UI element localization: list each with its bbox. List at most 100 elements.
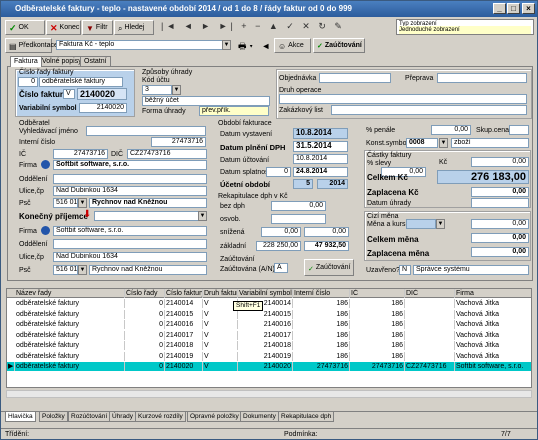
firma2-field[interactable]: Softbit software, s.r.o.: [53, 226, 207, 236]
cislo-faktury-field[interactable]: 2140020: [77, 88, 127, 100]
firma-field[interactable]: Softbit software, s.r.o.: [53, 160, 207, 170]
table-row[interactable]: odběratelské faktury 0 2140014 V 2140014 186 1…: [7, 299, 531, 308]
mena-dropdown[interactable]: ▼: [436, 219, 445, 229]
penale-field[interactable]: 0,00: [431, 125, 471, 135]
grid-header-cell[interactable]: Firma: [455, 289, 531, 298]
kod-uctu-dropdown[interactable]: ▼: [172, 85, 181, 95]
preprava-field[interactable]: [437, 73, 527, 83]
druh-operace-field[interactable]: [279, 94, 527, 104]
konecny-prijemce-field[interactable]: [94, 211, 207, 221]
plneni-field[interactable]: 31.5.2014: [293, 141, 348, 152]
kod-uctu-field[interactable]: 3: [142, 85, 172, 95]
rada-number-field[interactable]: 0: [18, 77, 38, 87]
zakazkovy-list-field[interactable]: [331, 105, 527, 115]
grid-header-cell[interactable]: DIČ: [405, 289, 455, 298]
ulice2-field[interactable]: Nad Dubinkou 1634: [53, 252, 207, 262]
mesto-field[interactable]: Rychnov nad Kněžnou: [89, 198, 207, 208]
tab-hlavicka[interactable]: Hlavička: [5, 412, 36, 422]
psc2-dropdown[interactable]: ▼: [78, 265, 87, 275]
globe-icon[interactable]: [41, 160, 50, 169]
objednavka-field[interactable]: [319, 73, 391, 83]
predkontace-dropdown[interactable]: ▼: [222, 40, 231, 50]
zauctovani-toolbar-button[interactable]: ✓ Zaúčtování: [313, 38, 365, 53]
osvob-field[interactable]: [271, 214, 326, 224]
konec-button[interactable]: ✕ Konec: [46, 20, 81, 35]
interni-cislo-field[interactable]: 27473716: [151, 137, 206, 147]
oddeleni-field[interactable]: [53, 174, 207, 184]
zaplacena-kc-field[interactable]: 0,00: [471, 187, 529, 197]
zauctovana-field[interactable]: A: [274, 263, 288, 273]
table-row[interactable]: odběratelské faktury 0 2140015 V 2140015 186 1…: [7, 309, 531, 319]
table-row[interactable]: ▶ odběratelské faktury 0 2140020 V 2140020 274…: [7, 362, 531, 371]
mesto2-field[interactable]: Rychnov nad Kněžnou: [89, 265, 207, 275]
konst-symbol-field[interactable]: 0008: [406, 138, 438, 148]
splatnost-days-field[interactable]: 0: [266, 167, 291, 177]
table-row[interactable]: odběratelské faktury 0 2140017 V 2140017 186 1…: [7, 330, 531, 340]
tab-dokumenty[interactable]: Dokumenty: [240, 412, 279, 422]
zaplacena-mena-field[interactable]: 0,00: [471, 247, 529, 257]
dic-field[interactable]: CZ27473716: [127, 149, 207, 159]
horizontal-scrollbar[interactable]: [6, 390, 532, 398]
snizena-dph-field[interactable]: 0,00: [304, 227, 349, 237]
grid-header-cell[interactable]: Druh faktury: [203, 289, 238, 298]
splatnost-field[interactable]: 24.8.2014: [293, 167, 348, 177]
tab-polozky[interactable]: Položky: [39, 412, 68, 422]
tab-faktura[interactable]: Faktura: [10, 56, 42, 67]
uctovani-field[interactable]: 10.8.2014: [293, 154, 348, 164]
spravce-field[interactable]: Správce systému: [413, 265, 529, 275]
grid-header-cell[interactable]: Číslo faktury: [165, 289, 203, 298]
tab-rekapitulace-dph[interactable]: Rekapitulace dph: [278, 412, 335, 422]
celkem-mena-field[interactable]: 0,00: [471, 233, 529, 243]
psc2-field[interactable]: 516 01: [53, 265, 78, 275]
ucetni-year-field[interactable]: 2014: [317, 179, 348, 189]
ucet-field[interactable]: běžný účet: [142, 96, 270, 106]
kc-field[interactable]: 0,00: [471, 157, 529, 167]
psc-field[interactable]: 516 01: [53, 198, 78, 208]
vyhledavaci-jmeno-field[interactable]: [86, 126, 206, 136]
ok-button[interactable]: ✓ OK: [5, 20, 45, 35]
arrow-down-icon[interactable]: ⬇: [83, 210, 91, 220]
tab-uhrady[interactable]: Úhrady: [109, 412, 136, 422]
datum-uhrady-field[interactable]: [471, 198, 529, 208]
close-button[interactable]: ×: [522, 3, 535, 14]
konst-desc-field[interactable]: zboží: [451, 138, 529, 148]
vystaveni-field[interactable]: 10.8.2014: [293, 128, 348, 139]
zakladni-base-field[interactable]: 228 250,00: [256, 241, 301, 251]
psc-dropdown[interactable]: ▼: [78, 198, 87, 208]
grid-header-cell[interactable]: Interní číslo: [293, 289, 350, 298]
table-row[interactable]: odběratelské faktury 0 2140018 V 2140018 186 1…: [7, 341, 531, 350]
grid-header-cell[interactable]: Číslo řady: [125, 289, 165, 298]
oddeleni2-field[interactable]: [53, 239, 207, 249]
grid-header-cell[interactable]: IČ: [350, 289, 405, 298]
invoice-grid[interactable]: Název řady Číslo řady Číslo faktury Druh fa…: [6, 288, 532, 388]
rada-name-field[interactable]: odběratelské faktury: [39, 77, 123, 87]
vs-field[interactable]: 2140020: [79, 103, 127, 113]
globe-icon[interactable]: [41, 226, 50, 235]
snizena-base-field[interactable]: 0,00: [261, 227, 301, 237]
grid-header-cell[interactable]: Variabilní symbol: [238, 289, 293, 298]
zakladni-dph-field[interactable]: 47 932,50: [304, 241, 349, 251]
hledej-button[interactable]: ⌕ Hledej: [114, 20, 154, 35]
skup-cena-field[interactable]: [509, 125, 529, 135]
ic-field[interactable]: 27473716: [53, 149, 108, 159]
tab-opravne-polozky[interactable]: Opravné položky: [187, 412, 242, 422]
maximize-button[interactable]: □: [507, 3, 520, 14]
celkem-kc-field[interactable]: 276 183,00: [437, 170, 529, 184]
minimize-button[interactable]: _: [493, 3, 506, 14]
forma-uhrady-field[interactable]: přev.přík.: [199, 106, 269, 116]
grid-header-cell[interactable]: Název řady: [15, 289, 125, 298]
ucetni-month-field[interactable]: 5: [293, 179, 313, 189]
bez-dph-field[interactable]: 0,00: [271, 201, 326, 211]
table-row[interactable]: odběratelské faktury 0 2140016 V 2140016 186 1…: [7, 320, 531, 329]
view-type-box[interactable]: Typ zobrazení Jednoduché zobrazení: [396, 19, 534, 35]
table-row[interactable]: odběratelské faktury 0 2140019 V 2140019 186 1…: [7, 351, 531, 361]
tab-rozuctovani[interactable]: Rozúčtování: [68, 412, 111, 422]
konecny-dropdown[interactable]: ▼: [198, 211, 207, 221]
kurs-field[interactable]: 0,00: [471, 219, 529, 229]
ulice-field[interactable]: Nad Dubinkou 1634: [53, 186, 207, 196]
mena-field[interactable]: [406, 219, 436, 229]
record-navigation[interactable]: |◄ ◄ ► ►| + − ▲ ✓ ✕ ↻ ✎: [161, 21, 345, 32]
akce-button[interactable]: ☺ Akce: [274, 38, 311, 53]
invoice-type-flag[interactable]: V: [63, 89, 75, 99]
filtr-button[interactable]: ▼ Filtr: [82, 20, 113, 35]
